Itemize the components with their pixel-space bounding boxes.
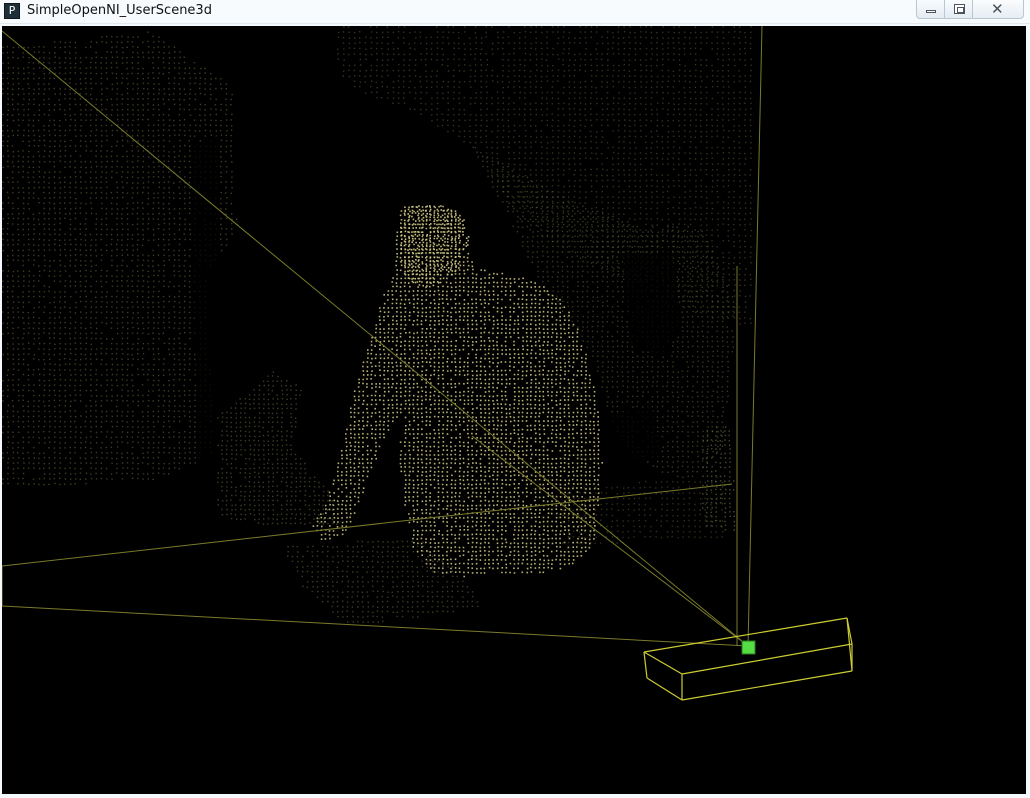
minimize-icon — [926, 10, 936, 13]
app-window: P SimpleOpenNI_UserScene3d ✕ — [0, 0, 1030, 798]
maximize-icon — [954, 4, 965, 14]
sketch-canvas[interactable] — [2, 26, 1026, 794]
maximize-button[interactable] — [944, 0, 973, 19]
window-title: SimpleOpenNI_UserScene3d — [27, 3, 212, 18]
minimize-button[interactable] — [916, 0, 945, 19]
close-button[interactable]: ✕ — [972, 0, 1024, 19]
scene-background — [2, 26, 1026, 794]
title-bar[interactable]: P SimpleOpenNI_UserScene3d ✕ — [0, 0, 1030, 24]
close-icon: ✕ — [991, 0, 1004, 18]
point-cloud-view[interactable] — [2, 26, 1026, 794]
processing-app-icon[interactable]: P — [4, 3, 20, 19]
sensor-center-marker — [741, 640, 756, 655]
shadow-region — [602, 406, 662, 466]
